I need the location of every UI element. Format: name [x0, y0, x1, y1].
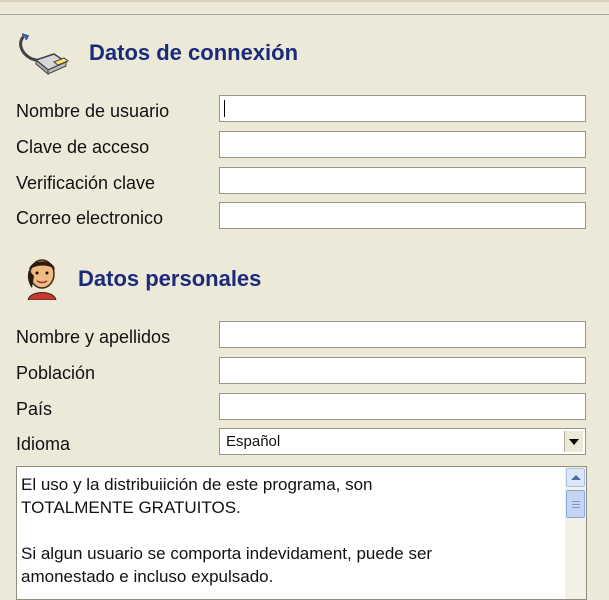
- username-field[interactable]: [219, 95, 586, 122]
- label-password-verify: Verificación clave: [16, 173, 156, 193]
- section-title-connection: Datos de connexión: [89, 40, 299, 65]
- chevron-down-icon[interactable]: [564, 431, 583, 452]
- password-field[interactable]: [219, 131, 586, 158]
- terms-textarea[interactable]: El uso y la distribuiición de este progr…: [16, 466, 587, 600]
- section-title-personal: Datos personales: [78, 266, 262, 291]
- text-caret: [224, 100, 225, 117]
- label-password: Clave de acceso: [16, 137, 150, 157]
- terms-blank-line: [21, 519, 566, 542]
- label-country: País: [16, 399, 53, 419]
- person-icon: [27, 259, 57, 300]
- scroll-up-button[interactable]: [566, 468, 585, 487]
- password-input[interactable]: [220, 132, 585, 157]
- terms-line-1: El uso y la distribuiición de este progr…: [21, 475, 373, 494]
- language-selected-value: Español: [226, 433, 281, 450]
- country-field[interactable]: [219, 393, 586, 420]
- label-email: Correo electronico: [16, 208, 164, 228]
- thumb-grip-line: [572, 501, 580, 502]
- terms-line-3: Si algun usuario se comporta indevidamen…: [21, 544, 433, 563]
- password-verify-field[interactable]: [219, 167, 586, 194]
- terms-line-2: TOTALMENTE GRATUITOS.: [21, 498, 241, 517]
- username-input[interactable]: [220, 96, 585, 121]
- fullname-field[interactable]: [219, 321, 586, 348]
- email-field[interactable]: [219, 202, 586, 229]
- country-input[interactable]: [220, 394, 585, 419]
- label-username: Nombre de usuario: [16, 101, 170, 121]
- window-top-edge: [0, 0, 609, 15]
- language-select[interactable]: Español: [219, 428, 586, 455]
- town-field[interactable]: [219, 357, 586, 384]
- thumb-grip-line: [572, 507, 580, 508]
- label-language: Idioma: [16, 434, 71, 454]
- label-town: Población: [16, 363, 96, 383]
- terms-line-4: amonestado e incluso expulsado.: [21, 567, 274, 586]
- label-fullname: Nombre y apellidos: [16, 327, 171, 347]
- email-input[interactable]: [220, 203, 585, 228]
- network-cable-icon: [19, 33, 70, 75]
- vertical-scrollbar[interactable]: [565, 467, 586, 599]
- town-input[interactable]: [220, 358, 585, 383]
- top-edge-strip: [0, 0, 609, 2]
- scroll-thumb[interactable]: [566, 490, 585, 518]
- password-verify-input[interactable]: [220, 168, 585, 193]
- thumb-grip-line: [572, 504, 580, 505]
- terms-text: El uso y la distribuiición de este progr…: [21, 473, 566, 588]
- fullname-input[interactable]: [220, 322, 585, 347]
